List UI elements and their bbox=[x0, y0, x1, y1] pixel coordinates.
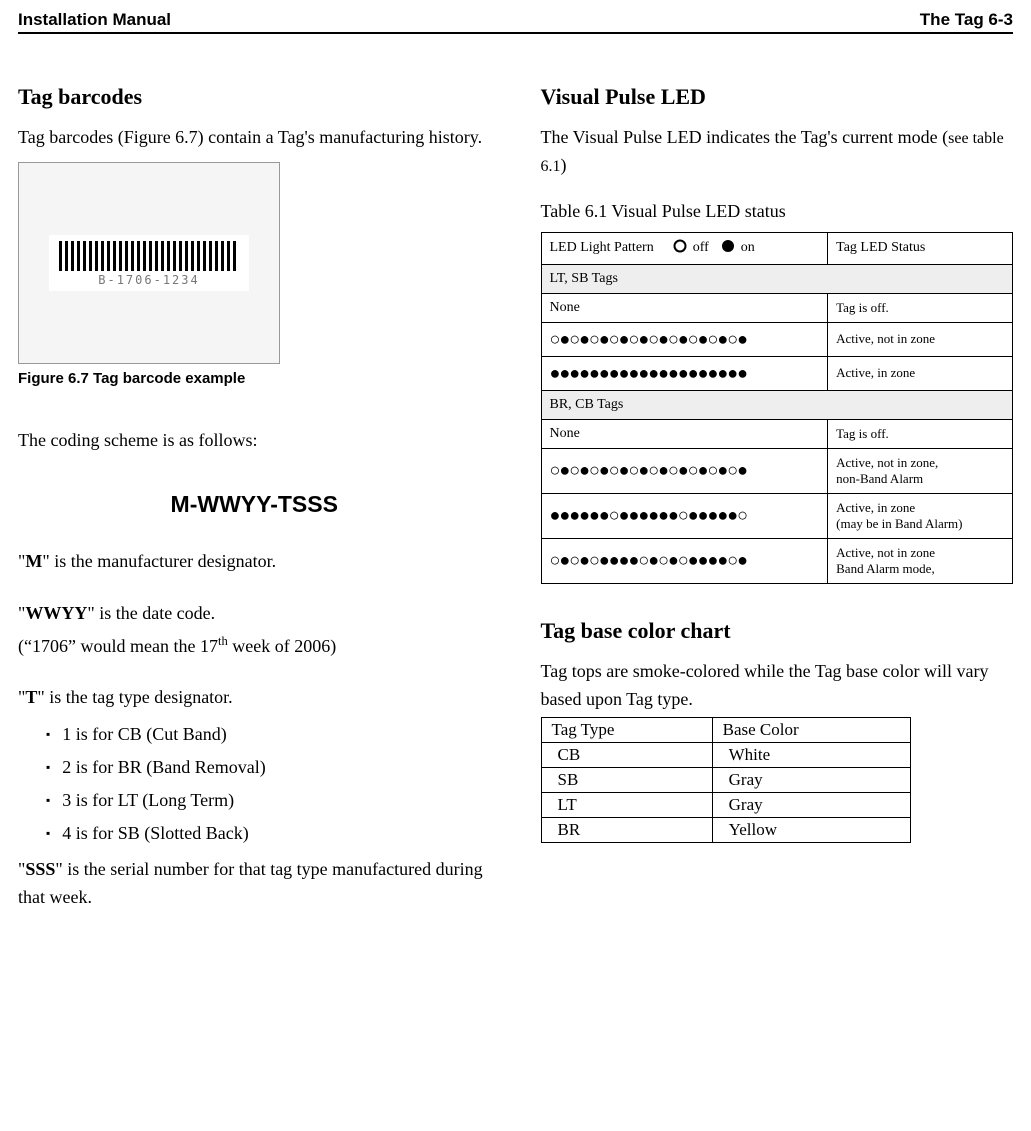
list-item: 2 is for BR (Band Removal) bbox=[46, 757, 491, 778]
color-type: CB bbox=[541, 743, 712, 768]
right-column: Visual Pulse LED The Visual Pulse LED in… bbox=[541, 62, 1014, 916]
barcode-icon bbox=[59, 241, 239, 271]
color-header-base: Base Color bbox=[712, 718, 910, 743]
led-status-table: LED Light Pattern off on Tag LED Status … bbox=[541, 232, 1014, 584]
group-br-cb: BR, CB Tags bbox=[541, 390, 1013, 419]
list-item: 1 is for CB (Cut Band) bbox=[46, 724, 491, 745]
table-row: LT Gray bbox=[541, 793, 910, 818]
table-row: ○●○●○●○●○●○●○●○●○●○● Active, not in zone bbox=[541, 322, 1013, 356]
coding-intro: The coding scheme is as follows: bbox=[18, 427, 491, 455]
list-item: 3 is for LT (Long Term) bbox=[46, 790, 491, 811]
m-bold: M bbox=[25, 551, 42, 571]
pattern-band-alarm: ○●○●○●●●●○●○●○●●●●○● bbox=[541, 538, 828, 583]
status-active-not-in-zone-nba: Active, not in zone, non-Band Alarm bbox=[828, 448, 1013, 493]
led-header-pattern: LED Light Pattern bbox=[550, 240, 654, 255]
wwyy-bold: WWYY bbox=[25, 603, 87, 623]
wwyy-example: (“1706” would mean the 17th week of 2006… bbox=[18, 632, 491, 661]
table-row: None Tag is off. bbox=[541, 293, 1013, 322]
status-active-not-in-zone: Active, not in zone bbox=[828, 322, 1013, 356]
table-row: BR, CB Tags bbox=[541, 390, 1013, 419]
status-tag-off: Tag is off. bbox=[828, 293, 1013, 322]
table-row: ○●○●○●●●●○●○●○●●●●○● Active, not in zone… bbox=[541, 538, 1013, 583]
table-row: SB Gray bbox=[541, 768, 910, 793]
table-row: ●●●●●●○●●●●●●○●●●●●○ Active, in zone (ma… bbox=[541, 493, 1013, 538]
group-lt-sb: LT, SB Tags bbox=[541, 264, 1013, 293]
color-text: Tag tops are smoke-colored while the Tag… bbox=[541, 658, 1014, 714]
table-row: LED Light Pattern off on Tag LED Status bbox=[541, 232, 1013, 264]
pattern-all-on: ●●●●●●●●●●●●●●●●●●●● bbox=[541, 356, 828, 390]
status-line: Active, not in zone, bbox=[836, 455, 938, 470]
color-base: Gray bbox=[712, 768, 910, 793]
wwyy-rest: " is the date code. bbox=[87, 603, 215, 623]
led-header-status: Tag LED Status bbox=[828, 232, 1013, 264]
status-tag-off: Tag is off. bbox=[828, 419, 1013, 448]
m-rest: " is the manufacturer designator. bbox=[42, 551, 276, 571]
sss-bold: SSS bbox=[25, 859, 55, 879]
status-line: (may be in Band Alarm) bbox=[836, 516, 962, 531]
status-active-in-zone-band: Active, in zone (may be in Band Alarm) bbox=[828, 493, 1013, 538]
page-header: Installation Manual The Tag 6-3 bbox=[18, 10, 1013, 34]
status-active-in-zone: Active, in zone bbox=[828, 356, 1013, 390]
figure-caption: Figure 6.7 Tag barcode example bbox=[18, 370, 491, 387]
pattern-none: None bbox=[541, 419, 828, 448]
sss-line: "SSS" is the serial number for that tag … bbox=[18, 856, 491, 912]
color-base: White bbox=[712, 743, 910, 768]
t-bold: T bbox=[25, 687, 37, 707]
status-line: Active, not in zone bbox=[836, 545, 935, 560]
header-right: The Tag 6-3 bbox=[920, 10, 1013, 30]
list-item: 4 is for SB (Slotted Back) bbox=[46, 823, 491, 844]
color-type: BR bbox=[541, 818, 712, 843]
off-label: off bbox=[693, 240, 709, 255]
color-type: SB bbox=[541, 768, 712, 793]
pattern-alternating: ○●○●○●○●○●○●○●○●○●○● bbox=[541, 322, 828, 356]
wwyy-line: "WWYY" is the date code. bbox=[18, 600, 491, 628]
table-row: LT, SB Tags bbox=[541, 264, 1013, 293]
pattern-alternating: ○●○●○●○●○●○●○●○●○●○● bbox=[541, 448, 828, 493]
table-row: ○●○●○●○●○●○●○●○●○●○● Active, not in zone… bbox=[541, 448, 1013, 493]
color-header-type: Tag Type bbox=[541, 718, 712, 743]
color-base: Yellow bbox=[712, 818, 910, 843]
led-on-icon bbox=[721, 239, 735, 258]
coding-scheme: M-WWYY-TSSS bbox=[18, 491, 491, 518]
color-base: Gray bbox=[712, 793, 910, 818]
on-label: on bbox=[741, 240, 755, 255]
t-line: "T" is the tag type designator. bbox=[18, 684, 491, 712]
table-row: ●●●●●●●●●●●●●●●●●●●● Active, in zone bbox=[541, 356, 1013, 390]
t-rest: " is the tag type designator. bbox=[37, 687, 232, 707]
led-text-part: ) bbox=[561, 155, 567, 175]
barcode-sample-text: B-1706-1234 bbox=[98, 273, 199, 287]
table-row: None Tag is off. bbox=[541, 419, 1013, 448]
pattern-none: None bbox=[541, 293, 828, 322]
left-column: Tag barcodes Tag barcodes (Figure 6.7) c… bbox=[18, 62, 491, 916]
status-line: Band Alarm mode, bbox=[836, 561, 935, 576]
table-row: CB White bbox=[541, 743, 910, 768]
table-row: Tag Type Base Color bbox=[541, 718, 910, 743]
t-items-list: 1 is for CB (Cut Band) 2 is for BR (Band… bbox=[18, 724, 491, 844]
status-line: non-Band Alarm bbox=[836, 471, 923, 486]
status-line: Active, in zone bbox=[836, 500, 915, 515]
color-chart-table: Tag Type Base Color CB White SB Gray LT … bbox=[541, 717, 911, 843]
led-table-caption: Table 6.1 Visual Pulse LED status bbox=[541, 198, 1014, 226]
led-off-icon bbox=[673, 239, 687, 258]
color-type: LT bbox=[541, 793, 712, 818]
led-header-pattern-cell: LED Light Pattern off on bbox=[541, 232, 828, 264]
pattern-in-zone-band: ●●●●●●○●●●●●●○●●●●●○ bbox=[541, 493, 828, 538]
header-left: Installation Manual bbox=[18, 10, 171, 30]
table-row: BR Yellow bbox=[541, 818, 910, 843]
barcodes-text: Tag barcodes (Figure 6.7) contain a Tag'… bbox=[18, 124, 491, 152]
section-color-chart: Tag base color chart bbox=[541, 618, 1014, 644]
section-visual-pulse-led: Visual Pulse LED bbox=[541, 84, 1014, 110]
barcode-figure: B-1706-1234 bbox=[18, 162, 280, 364]
section-tag-barcodes: Tag barcodes bbox=[18, 84, 491, 110]
status-band-alarm-mode: Active, not in zone Band Alarm mode, bbox=[828, 538, 1013, 583]
led-text-part: The Visual Pulse LED indicates the Tag's… bbox=[541, 127, 949, 147]
led-text: The Visual Pulse LED indicates the Tag's… bbox=[541, 124, 1014, 180]
m-designator-line: "M" is the manufacturer designator. bbox=[18, 548, 491, 576]
sss-rest: " is the serial number for that tag type… bbox=[18, 859, 483, 907]
